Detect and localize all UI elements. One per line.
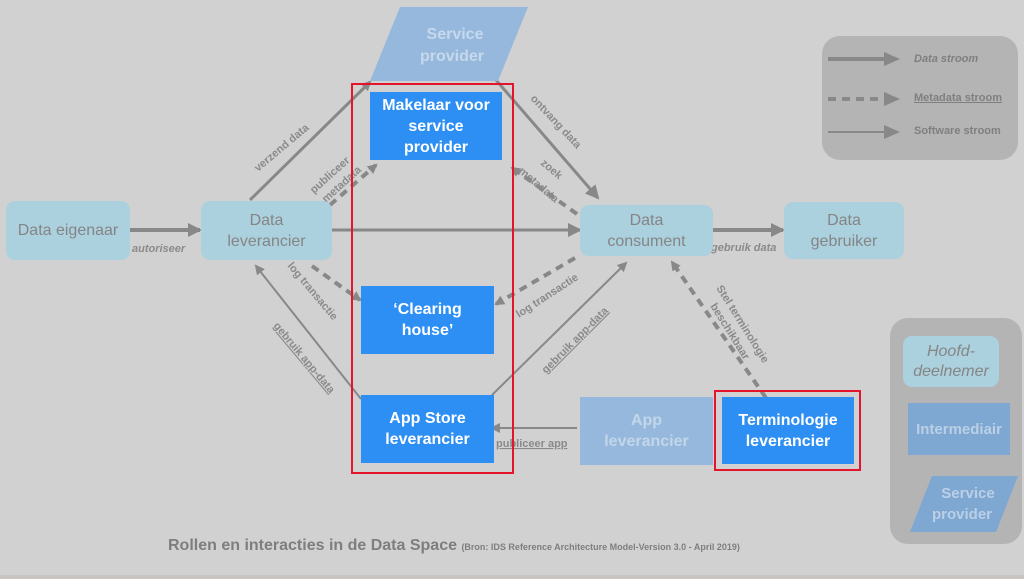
diagram-title: Rollen en interacties in de Data Space (… <box>168 537 740 555</box>
label-gebruik-app-data-right: gebruik app-data <box>540 304 612 376</box>
svg-text:provider: provider <box>932 506 992 523</box>
svg-text:provider: provider <box>420 48 484 65</box>
node-data-leverancier[interactable]: Data leverancier <box>201 201 332 260</box>
svg-text:Service: Service <box>427 26 484 43</box>
node-clearing-house[interactable]: ‘Clearing house’ <box>361 286 494 354</box>
label-log-transactie-right: log transactie <box>514 271 581 320</box>
node-data-gebruiker[interactable]: Data gebruiker <box>784 202 904 259</box>
label-autoriseer: autoriseer <box>132 243 186 255</box>
source-text: (Bron: IDS Reference Architecture Model-… <box>461 542 740 552</box>
node-app-leverancier[interactable]: App leverancier <box>580 397 713 465</box>
title-text: Rollen en interacties in de Data Space <box>168 537 457 554</box>
node-makelaar[interactable]: Makelaar voor service provider <box>370 92 502 160</box>
svg-text:Service: Service <box>941 485 994 502</box>
legend-hoofddeelnemer: Hoofd- deelnemer <box>903 336 999 387</box>
label-zoek-metadata-1: zoek <box>538 157 565 182</box>
legend-metadata-stroom: Metadata stroom <box>914 92 1003 104</box>
label-gebruik-data: gebruik data <box>710 242 776 254</box>
legend-streams: Data stroom Metadata stroom Software str… <box>822 36 1018 160</box>
legend-data-stroom: Data stroom <box>914 53 979 65</box>
label-gebruik-app-data-left: gebruik app-data <box>271 320 338 396</box>
node-terminologie[interactable]: Terminologie leverancier <box>722 397 854 464</box>
node-app-store[interactable]: App Store leverancier <box>361 395 494 463</box>
legend-service-provider: Service provider <box>910 476 1018 532</box>
legend-intermediair: Intermediair <box>908 403 1010 455</box>
legend-software-stroom: Software stroom <box>914 125 1001 137</box>
node-service-provider[interactable]: Service provider <box>370 7 530 81</box>
label-ontvang-data: ontvang data <box>528 93 584 152</box>
node-data-eigenaar[interactable]: Data eigenaar <box>6 201 130 260</box>
legend-roles: Hoofd- deelnemer Intermediair Service pr… <box>890 318 1022 544</box>
node-data-consument[interactable]: Data consument <box>580 205 713 256</box>
bottom-border <box>0 575 1024 579</box>
